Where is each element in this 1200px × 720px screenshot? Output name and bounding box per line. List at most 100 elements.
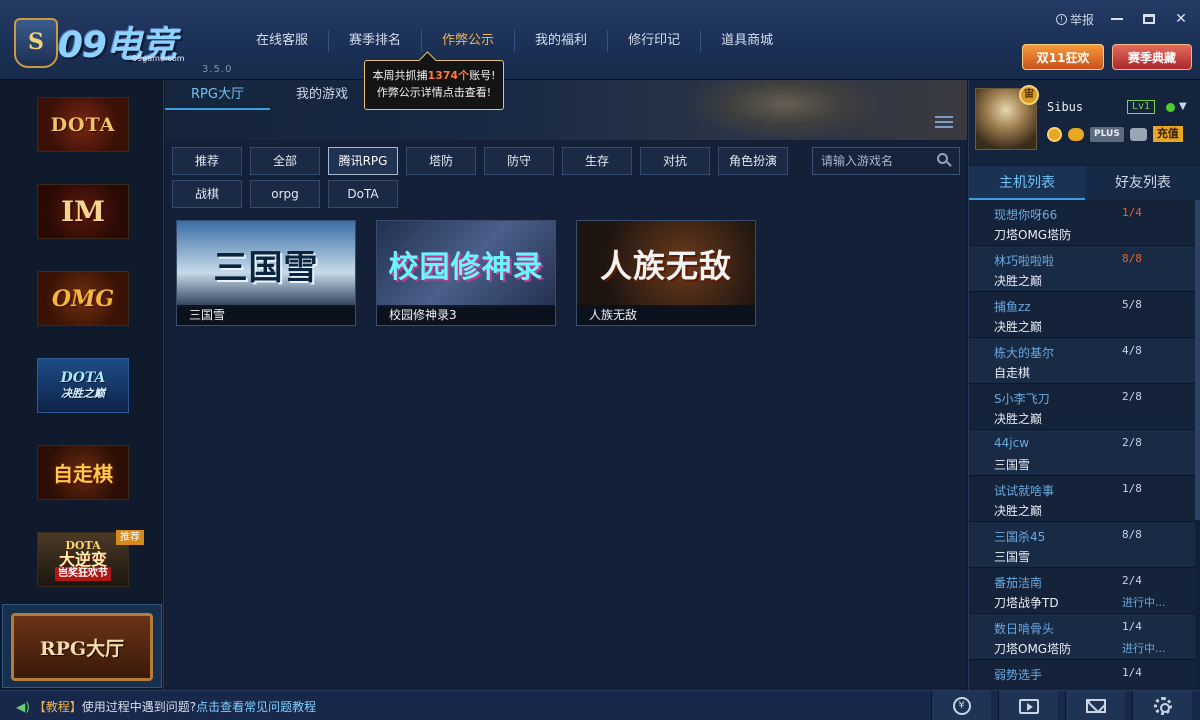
host-list: 现想你呀66 1/4 刀塔OMG塔防 林巧啦啦啦 8/8 决胜之巅 捕鱼zz 5/8 决胜之巅栋… xyxy=(969,200,1195,690)
minimize-button[interactable] xyxy=(1108,10,1126,28)
plus-member-badge[interactable]: PLUS xyxy=(1090,126,1124,142)
host-row[interactable]: 捕鱼zz 5/8 决胜之巅 xyxy=(969,292,1195,338)
game-card-art: 校园修神录 xyxy=(377,221,555,307)
report-button[interactable]: ! 举报 xyxy=(1055,11,1094,28)
host-map-name: 决胜之巅 xyxy=(994,274,1043,288)
maximize-button[interactable] xyxy=(1140,10,1158,28)
yuan-button[interactable]: ¥ xyxy=(931,691,991,720)
host-row[interactable]: 林巧啦啦啦 8/8 决胜之巅 xyxy=(969,246,1195,292)
gold-coin-icon[interactable] xyxy=(1047,126,1062,142)
nav-season-ranking[interactable]: 赛季排名 xyxy=(329,30,423,52)
host-map-name: 决胜之巅 xyxy=(994,504,1043,518)
rpg-hall-tile[interactable]: RPG大厅 xyxy=(2,604,162,688)
host-row[interactable]: 试试就啥事 1/8 决胜之巅 xyxy=(969,476,1195,522)
game-tile-label: OMG xyxy=(51,285,115,312)
speaker-icon: ◀) xyxy=(16,700,30,714)
game-card-xiaoyuan[interactable]: 校园修神录 校园修神录3 xyxy=(376,220,556,326)
game-tile-dota-juesheng[interactable]: DOTA 决胜之巅 xyxy=(37,358,129,413)
app-logo[interactable]: S 09电竞 09game.com xyxy=(14,14,204,72)
game-sidebar: DOTA IM OMG DOTA 决胜之巅 自走棋 DOTA 大逆变 岂奖狂欢节… xyxy=(0,80,164,690)
gem-icon[interactable] xyxy=(1129,127,1147,141)
host-state: 进行中... xyxy=(1122,596,1166,609)
filter-defense[interactable]: 防守 xyxy=(484,147,554,175)
maximize-icon xyxy=(1143,14,1155,24)
filter-tower-defense[interactable]: 塔防 xyxy=(406,147,476,175)
nav-my-benefits[interactable]: 我的福利 xyxy=(515,30,609,52)
game-tile-auto-chess[interactable]: 自走棋 xyxy=(37,445,129,500)
filter-tencent-rpg[interactable]: 腾讯RPG xyxy=(328,147,398,175)
filter-dota[interactable]: DoTA xyxy=(328,180,398,208)
host-row[interactable]: 44jcw 2/8 三国雪 xyxy=(969,430,1195,476)
filter-survival[interactable]: 生存 xyxy=(562,147,632,175)
close-button[interactable]: ✕ xyxy=(1172,10,1190,28)
filter-role-play[interactable]: 角色扮演 xyxy=(718,147,788,175)
recharge-button[interactable]: 充值 xyxy=(1152,126,1183,142)
promo-season-collection-button[interactable]: 赛季典藏 xyxy=(1112,44,1192,70)
game-card-art: 三国雪 xyxy=(177,221,355,307)
host-row[interactable]: S小李飞刀 2/8 决胜之巅 xyxy=(969,384,1195,430)
host-map-name: 刀塔OMG塔防 xyxy=(994,228,1072,242)
nav-practice-mark[interactable]: 修行印记 xyxy=(608,30,702,52)
host-row[interactable]: 三国杀45 8/8 三国雪 xyxy=(969,522,1195,568)
nav-customer-service[interactable]: 在线客服 xyxy=(236,30,330,52)
caught-count: 1374个 xyxy=(427,69,470,82)
filter-orpg[interactable]: orpg xyxy=(250,180,320,208)
nav-item-shop[interactable]: 道具商城 xyxy=(701,30,793,52)
cheat-notice-tooltip[interactable]: 本周共抓捕1374个账号! 作弊公示详情点击查看! xyxy=(364,60,504,110)
host-map-name: 三国雪 xyxy=(994,458,1031,472)
mail-icon xyxy=(1085,699,1106,713)
tab-friend-list[interactable]: 好友列表 xyxy=(1085,166,1200,200)
filter-versus[interactable]: 对抗 xyxy=(640,147,710,175)
host-row[interactable]: 弱势选手 1/4 xyxy=(969,660,1195,690)
list-view-icon[interactable] xyxy=(935,116,953,130)
promo-double-11-button[interactable]: 双11狂欢 xyxy=(1022,44,1104,70)
status-bar: ◀) 【教程】使用过程中遇到问题?点击查看常见问题教程 ¥ xyxy=(0,690,1200,720)
game-card-renzu[interactable]: 人族无敌 人族无敌 xyxy=(576,220,756,326)
game-search-input[interactable] xyxy=(813,148,931,174)
host-row[interactable]: 数日啃骨头 1/4 刀塔OMG塔防 进行中... xyxy=(969,614,1195,660)
game-tile-omg[interactable]: OMG xyxy=(37,271,129,326)
game-tile-dota[interactable]: DOTA xyxy=(37,97,129,152)
user-level-badge: Lv1 xyxy=(1127,100,1156,114)
search-icon[interactable] xyxy=(937,153,952,167)
tab-my-games[interactable]: 我的游戏 xyxy=(270,80,374,110)
host-list-scrollbar[interactable] xyxy=(1195,200,1200,690)
filter-all[interactable]: 全部 xyxy=(250,147,320,175)
piggy-bank-icon[interactable] xyxy=(1068,127,1084,141)
host-name: 捕鱼zz xyxy=(994,300,1031,314)
host-row[interactable]: 栋大的基尔 4/8 自走棋 xyxy=(969,338,1195,384)
right-panel: 宙 Sibus Lv1 ▼ PLUS 充值 主机列表 好友列表 现想你呀66 1/… xyxy=(968,80,1200,690)
video-button[interactable] xyxy=(998,691,1058,720)
host-player-count: 4/8 xyxy=(1122,344,1142,357)
lobby-tabs: RPG大厅 我的游戏 xyxy=(165,80,374,110)
vip-badge-icon: 宙 xyxy=(1019,85,1039,105)
host-row[interactable]: 现想你呀66 1/4 刀塔OMG塔防 xyxy=(969,200,1195,246)
mail-button[interactable] xyxy=(1065,691,1125,720)
game-tile-bottomlabel: 岂奖狂欢节 xyxy=(55,566,111,581)
logo-badge: S xyxy=(14,18,58,68)
host-player-count: 1/4 xyxy=(1122,666,1142,679)
host-map-name: 刀塔战争TD xyxy=(994,596,1059,610)
nav-cheat-notice[interactable]: 作弊公示 xyxy=(422,30,516,52)
host-state: 进行中... xyxy=(1122,642,1166,655)
logo-domain: 09game.com xyxy=(132,54,185,63)
filter-recommend[interactable]: 推荐 xyxy=(172,147,242,175)
game-tile-im[interactable]: IM xyxy=(37,184,129,239)
main-content: RPG大厅 我的游戏 推荐 全部 腾讯RPG 塔防 防守 生存 对抗 角色扮演 … xyxy=(165,80,967,690)
tab-host-list[interactable]: 主机列表 xyxy=(969,166,1085,200)
game-card-sanguoxue[interactable]: 三国雪 三国雪 xyxy=(176,220,356,326)
yuan-icon: ¥ xyxy=(952,697,971,715)
host-name: 三国杀45 xyxy=(994,530,1046,544)
filter-war-chess[interactable]: 战棋 xyxy=(172,180,242,208)
settings-button[interactable] xyxy=(1132,691,1192,720)
scrollbar-thumb[interactable] xyxy=(1195,200,1200,520)
faq-link[interactable]: 点击查看常见问题教程 xyxy=(196,700,316,714)
tab-rpg-hall[interactable]: RPG大厅 xyxy=(165,80,270,110)
host-row[interactable]: 番茄洁南 2/4 刀塔战争TD 进行中... xyxy=(969,568,1195,614)
host-player-count: 1/4 xyxy=(1122,620,1142,633)
main-nav: 在线客服 赛季排名 作弊公示 我的福利 修行印记 道具商城 xyxy=(236,30,793,54)
user-assets: PLUS 充值 xyxy=(1047,126,1183,142)
status-dropdown-icon[interactable]: ▼ xyxy=(1179,101,1187,112)
game-tile-label: DOTA xyxy=(60,369,106,386)
game-card-name: 校园修神录3 xyxy=(377,305,555,325)
